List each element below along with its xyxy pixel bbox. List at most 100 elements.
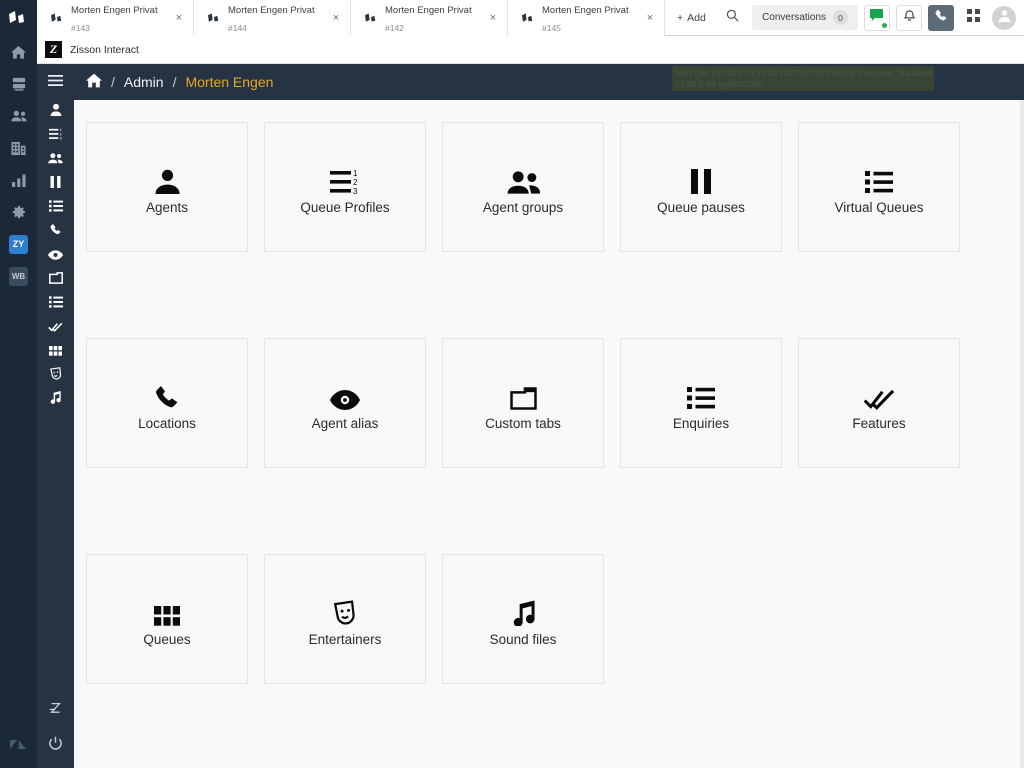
sidebar-item-queue-profiles[interactable]: 123 (37, 124, 74, 148)
sidebar-item-queue-pauses[interactable] (37, 172, 74, 196)
browser-tab[interactable]: Morten Engen Privat #144 × (194, 0, 351, 36)
card-label: Virtual Queues (834, 199, 924, 215)
rail-item-home[interactable] (0, 36, 37, 68)
browser-tab[interactable]: Morten Engen Privat #145 × (508, 0, 665, 36)
sidebar-footer (37, 701, 74, 768)
notifications-button[interactable] (896, 4, 922, 31)
card-entertainers[interactable]: Entertainers (264, 554, 426, 684)
card-queue-profiles[interactable]: 123 Queue Profiles (264, 122, 426, 252)
user-avatar-icon (997, 8, 1012, 28)
breadcrumb-item-current[interactable]: Morten Engen (185, 74, 273, 90)
card-queue-pauses[interactable]: Queue pauses (620, 122, 782, 252)
card-virtual-queues[interactable]: Virtual Queues (798, 122, 960, 252)
sidebar-item-entertainers[interactable] (37, 364, 74, 388)
home-icon (11, 45, 26, 60)
close-icon[interactable]: × (485, 10, 501, 26)
content-right-edge (1020, 100, 1024, 768)
person-icon (154, 160, 181, 194)
breadcrumb-home-button[interactable] (86, 73, 102, 91)
sidebar-item-locations[interactable] (37, 220, 74, 244)
hamburger-menu-button[interactable] (37, 64, 74, 100)
conversations-count: 0 (833, 10, 848, 25)
add-tab-button[interactable]: + Add (665, 0, 718, 35)
zisson-logo[interactable] (0, 0, 37, 36)
search-tabs-button[interactable] (718, 0, 748, 35)
card-row: Queues Entertainers Sound files (86, 554, 1024, 684)
theater-masks-icon (49, 367, 62, 385)
card-agent-groups[interactable]: Agent groups (442, 122, 604, 252)
apps-grid-button[interactable] (960, 5, 986, 31)
bar-chart-icon (11, 174, 26, 187)
close-icon[interactable]: × (171, 10, 187, 26)
zisson-favicon (518, 12, 538, 24)
card-sound-files[interactable]: Sound files (442, 554, 604, 684)
double-check-icon (48, 319, 63, 337)
phone-button[interactable] (928, 4, 954, 31)
close-icon[interactable]: × (328, 10, 344, 26)
card-agents[interactable]: Agents (86, 122, 248, 252)
people-icon (10, 109, 27, 123)
debug-version-overlay: Mon Dec 13 2021 13:25:24 GMT+0100 (Centr… (672, 66, 934, 91)
sidebar-item-features[interactable] (37, 316, 74, 340)
search-icon (726, 9, 739, 27)
conversations-pill[interactable]: Conversations 0 (752, 5, 858, 30)
card-agent-alias[interactable]: Agent alias (264, 338, 426, 468)
sidebar-item-queues[interactable] (37, 340, 74, 364)
rail-item-zendesk[interactable] (0, 736, 37, 768)
sidebar-item-agents[interactable] (37, 100, 74, 124)
rail-item-statistics[interactable] (0, 164, 37, 196)
eye-icon (330, 376, 360, 410)
zy-badge: ZY (9, 234, 28, 254)
zisson-mark-icon[interactable] (48, 701, 64, 722)
browser-tab-subtitle: #142 (385, 23, 404, 33)
rail-item-zy[interactable]: ZY (0, 228, 37, 260)
numbered-list-icon: 123 (330, 160, 360, 194)
sidebar-item-custom-tabs[interactable] (37, 268, 74, 292)
admin-content: Agents 123 Queue Profiles Agent groups Q… (74, 100, 1024, 768)
card-row: Agents 123 Queue Profiles Agent groups Q… (86, 122, 1024, 252)
zendesk-logo-icon (9, 737, 28, 753)
zisson-favicon (47, 12, 67, 24)
rail-item-settings[interactable] (0, 196, 37, 228)
breadcrumb-item-admin[interactable]: Admin (124, 74, 164, 90)
card-label: Features (852, 415, 906, 431)
app-title: Zisson Interact (70, 43, 139, 56)
app-title-bar: Z Zisson Interact (37, 36, 1024, 64)
debug-version: 21.06.0-68-gefec3750d (675, 78, 763, 89)
user-avatar[interactable] (992, 5, 1016, 30)
svg-text:2: 2 (353, 178, 358, 187)
tab-icon (48, 271, 63, 289)
card-locations[interactable]: Locations (86, 338, 248, 468)
app-body: 123 / Admin / Morten Engen Mon Dec 13 20… (37, 64, 1024, 768)
power-icon[interactable] (48, 736, 63, 756)
card-custom-tabs[interactable]: Custom tabs (442, 338, 604, 468)
grid-icon (154, 592, 180, 626)
sidebar-item-agent-alias[interactable] (37, 244, 74, 268)
people-icon (48, 151, 63, 169)
rail-item-wb[interactable]: WB (0, 260, 37, 292)
list-icon (48, 295, 63, 313)
list-icon (48, 199, 63, 217)
status-dot (881, 21, 888, 29)
card-label: Locations (138, 415, 196, 431)
rail-item-server[interactable] (0, 68, 37, 100)
zisson-favicon (361, 12, 381, 24)
rail-item-building[interactable] (0, 132, 37, 164)
browser-tab-text: Morten Engen Privat #145 (538, 0, 642, 36)
sidebar-item-virtual-queues[interactable] (37, 196, 74, 220)
sidebar-item-enquiries[interactable] (37, 292, 74, 316)
sidebar-item-agent-groups[interactable] (37, 148, 74, 172)
browser-tab[interactable]: Morten Engen Privat #143 × (37, 0, 194, 36)
gear-icon (12, 205, 26, 219)
chat-button[interactable] (864, 4, 890, 31)
browser-tab[interactable]: Morten Engen Privat #142 × (351, 0, 508, 36)
plus-icon: + (677, 11, 684, 24)
card-features[interactable]: Features (798, 338, 960, 468)
sidebar-item-sound-files[interactable] (37, 388, 74, 412)
building-icon (11, 141, 26, 156)
card-queues[interactable]: Queues (86, 554, 248, 684)
rail-item-people[interactable] (0, 100, 37, 132)
admin-sidebar: 123 (37, 64, 74, 768)
close-icon[interactable]: × (642, 10, 658, 26)
card-enquiries[interactable]: Enquiries (620, 338, 782, 468)
